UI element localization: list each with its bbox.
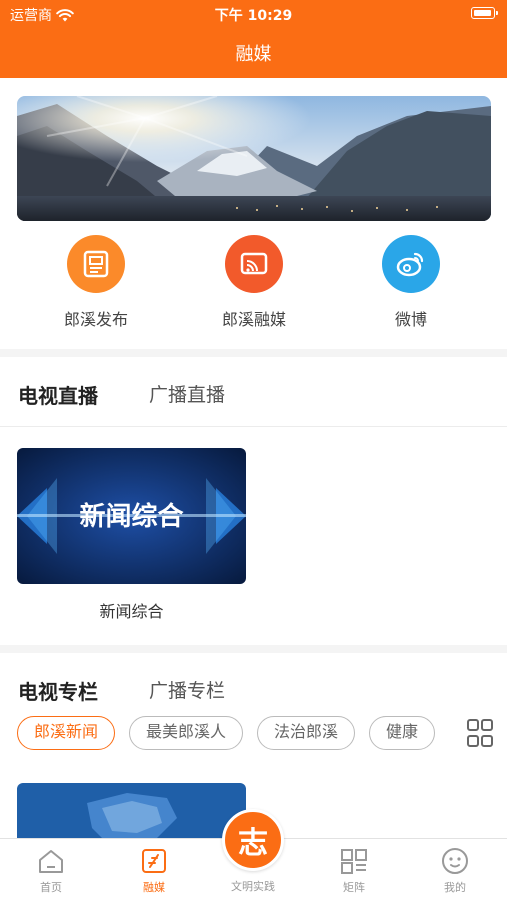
chip-most-beautiful[interactable]: 最美郎溪人 — [129, 716, 244, 750]
tabbar-label: 首页 — [40, 881, 62, 894]
profile-icon — [415, 847, 495, 875]
newspaper-icon — [67, 235, 125, 293]
app-screen: 运营商 下午 10:29 融媒 郎溪发布 郎溪融媒 微博 电视直播 广播直播 新… — [0, 0, 507, 900]
live-tabs: 电视直播 广播直播 — [0, 380, 507, 430]
tabbar-matrix[interactable]: 矩阵 — [314, 847, 394, 895]
column-thumbnail[interactable] — [17, 783, 246, 843]
quick-link-label: 微博 — [394, 310, 427, 329]
section-divider — [0, 349, 507, 357]
tabbar-media[interactable]: 融媒 — [114, 847, 194, 895]
tabs-underline — [0, 426, 507, 427]
clock: 下午 10:29 — [214, 8, 293, 24]
center-glyph: 志 — [238, 826, 268, 861]
status-bar: 运营商 下午 10:29 — [0, 0, 507, 28]
tabbar-home[interactable]: 首页 — [11, 847, 91, 895]
tabbar-label: 我的 — [444, 881, 466, 894]
quick-links: 郎溪发布 郎溪融媒 微博 — [0, 232, 507, 342]
matrix-icon — [314, 847, 394, 875]
quick-link-label: 郎溪发布 — [63, 310, 128, 329]
weibo-icon — [382, 235, 440, 293]
live-channel-card[interactable]: 新闻综合 新闻综合 — [17, 448, 246, 622]
home-icon — [11, 847, 91, 875]
chip-rule-of-law[interactable]: 法治郎溪 — [257, 716, 356, 750]
tabbar-label-civilization: 文明实践 — [231, 880, 275, 893]
chip-langxi-news[interactable]: 郎溪新闻 — [17, 716, 116, 750]
header: 运营商 下午 10:29 融媒 — [0, 0, 507, 78]
banner-image[interactable] — [17, 96, 491, 221]
media-icon — [114, 847, 194, 875]
cast-icon — [225, 235, 283, 293]
live-channel-thumbnail: 新闻综合 — [17, 448, 246, 584]
chip-health[interactable]: 健康 — [369, 716, 436, 750]
grid-menu-icon[interactable] — [465, 717, 495, 749]
battery-icon — [471, 7, 498, 19]
column-chips: 郎溪新闻 最美郎溪人 法治郎溪 健康 — [17, 716, 453, 752]
quick-link-langxi-publish[interactable]: 郎溪发布 — [36, 232, 156, 330]
page-title: 融媒 — [235, 44, 272, 65]
live-channel-title: 新闻综合 — [99, 602, 164, 621]
quick-link-langxi-media[interactable]: 郎溪融媒 — [194, 232, 314, 330]
tabbar-label: 矩阵 — [343, 881, 365, 894]
volunteer-icon[interactable]: 志 — [222, 809, 284, 871]
thumbnail-title: 新闻综合 — [79, 501, 184, 532]
tab-tv-column[interactable]: 电视专栏 — [18, 676, 98, 705]
tab-radio-column[interactable]: 广播专栏 — [149, 676, 225, 703]
tab-radio-live[interactable]: 广播直播 — [149, 380, 225, 407]
quick-link-weibo[interactable]: 微博 — [351, 232, 471, 330]
section-divider — [0, 645, 507, 653]
tabbar-profile[interactable]: 我的 — [415, 847, 495, 895]
tab-tv-live[interactable]: 电视直播 — [18, 380, 98, 409]
quick-link-label: 郎溪融媒 — [221, 310, 286, 329]
tabbar-label: 融媒 — [143, 881, 165, 894]
